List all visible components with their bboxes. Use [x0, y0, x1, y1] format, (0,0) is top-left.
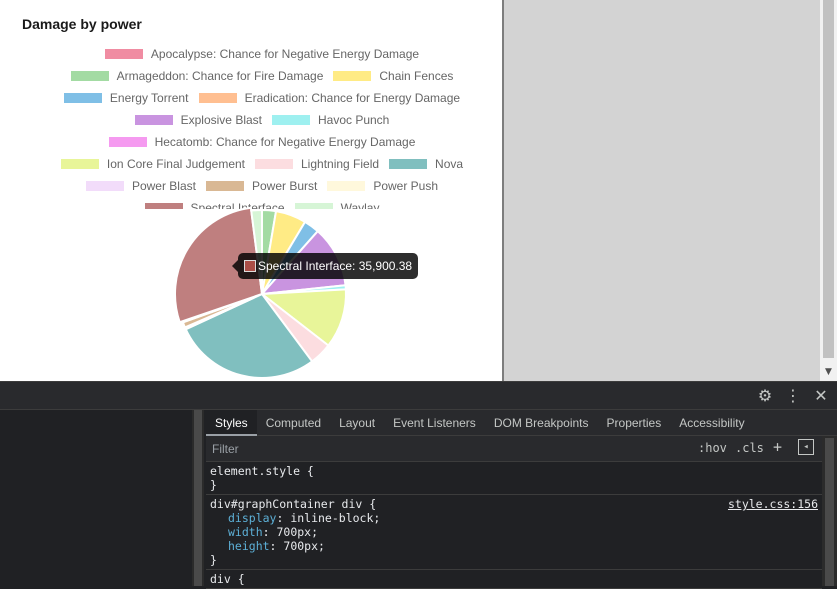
style-rule: div {: [206, 570, 822, 589]
legend-label: Lightning Field: [301, 157, 380, 171]
style-rules: element.style {} div#graphContainer div {…: [206, 462, 822, 589]
legend-swatch: [271, 115, 310, 125]
css-declaration[interactable]: display: inline-block;: [210, 511, 818, 525]
legend-item[interactable]: Power Push: [327, 179, 438, 193]
legend-label: Chain Fences: [379, 69, 454, 83]
legend-swatch: [389, 159, 428, 169]
legend-swatch: [108, 137, 147, 147]
legend-swatch: [60, 159, 99, 169]
rule-selector[interactable]: element.style {: [210, 464, 314, 478]
legend-item[interactable]: Chain Fences: [333, 69, 453, 83]
legend-label: Armageddon: Chance for Fire Damage: [116, 69, 324, 83]
legend-label: Explosive Blast: [180, 113, 262, 127]
legend-label: Nova: [435, 157, 464, 171]
legend-label: Power Push: [373, 179, 439, 193]
legend-item[interactable]: Power Blast: [85, 179, 196, 193]
sidebar-tabs: Styles Computed Layout Event Listeners DOM B…: [206, 410, 837, 436]
legend-swatch: [255, 159, 293, 169]
tab-event-listeners[interactable]: Event Listeners: [384, 410, 485, 436]
rule-selector[interactable]: div#graphContainer div {: [210, 497, 376, 511]
more-options-icon[interactable]: ⋮: [783, 386, 803, 406]
css-declaration[interactable]: width: 700px;: [210, 525, 818, 539]
close-icon[interactable]: ✕: [811, 386, 831, 406]
tab-styles[interactable]: Styles: [206, 410, 257, 436]
legend-swatch: [134, 115, 173, 125]
legend-swatch: [85, 181, 124, 191]
elements-tree-pane: [0, 410, 192, 586]
legend-swatch: [104, 49, 143, 59]
browser-viewport: Damage by power Apocalypse: Chance for N…: [0, 0, 837, 381]
legend-swatch: [70, 71, 109, 81]
legend-item[interactable]: Hecatomb: Chance for Negative Energy Dam…: [108, 135, 416, 149]
legend-item[interactable]: Nova: [389, 157, 463, 171]
legend-swatch: [63, 93, 102, 103]
class-toggle[interactable]: .cls: [735, 441, 764, 455]
legend-label: Power Burst: [251, 179, 318, 193]
legend-item[interactable]: Energy Torrent: [63, 91, 189, 105]
panel-divider: [502, 0, 504, 381]
toggle-sidebar-icon[interactable]: ◂: [798, 439, 814, 455]
legend-label: Hecatomb: Chance for Negative Energy Dam…: [154, 135, 416, 149]
styles-filter-bar: :hov .cls + ◂: [206, 436, 822, 462]
style-rule: div#graphContainer div { style.css:156 dis…: [206, 495, 822, 570]
new-style-rule-button[interactable]: +: [773, 438, 782, 456]
graph-container: Damage by power Apocalypse: Chance for N…: [0, 0, 502, 381]
legend-label: Energy Torrent: [109, 91, 189, 105]
page-scrollbar[interactable]: ▼: [820, 0, 837, 381]
tooltip-text: Spectral Interface: 35,900.38: [258, 259, 413, 273]
scrollbar-thumb[interactable]: [823, 0, 834, 358]
legend-item[interactable]: Eradication: Chance for Energy Damage: [198, 91, 461, 105]
tab-properties[interactable]: Properties: [598, 410, 671, 436]
style-rule: element.style {}: [206, 462, 822, 495]
legend-swatch: [198, 93, 237, 103]
legend-label: Apocalypse: Chance for Negative Energy D…: [150, 47, 420, 61]
legend-item[interactable]: Armageddon: Chance for Fire Damage: [70, 69, 324, 83]
legend-item[interactable]: Apocalypse: Chance for Negative Energy D…: [104, 47, 420, 61]
legend-item[interactable]: Ion Core Final Judgement: [60, 157, 245, 171]
legend-swatch: [205, 181, 244, 191]
tab-dom-breakpoints[interactable]: DOM Breakpoints: [485, 410, 598, 436]
tooltip-swatch: [244, 260, 256, 272]
styles-scrollbar[interactable]: [822, 436, 837, 586]
rule-source-link[interactable]: style.css:156: [728, 497, 818, 511]
hover-state-toggle[interactable]: :hov: [698, 441, 727, 455]
legend-item[interactable]: Havoc Punch: [271, 113, 390, 127]
legend-swatch: [333, 71, 372, 81]
tab-layout[interactable]: Layout: [330, 410, 384, 436]
devtools-toolbar: ⚙ ⋮ ✕: [0, 381, 837, 410]
legend-item[interactable]: Explosive Blast: [134, 113, 262, 127]
settings-gear-icon[interactable]: ⚙: [755, 386, 775, 406]
tab-computed[interactable]: Computed: [257, 410, 330, 436]
legend-label: Ion Core Final Judgement: [106, 157, 245, 171]
elements-scrollbar[interactable]: [192, 410, 204, 586]
legend-swatch: [327, 181, 366, 191]
scroll-down-arrow-icon[interactable]: ▼: [820, 367, 837, 377]
css-declaration[interactable]: height: 700px;: [210, 539, 818, 553]
rule-selector[interactable]: div {: [210, 572, 245, 586]
legend-item[interactable]: Power Burst: [205, 179, 318, 193]
pie-chart[interactable]: [0, 200, 502, 381]
tab-accessibility[interactable]: Accessibility: [670, 410, 753, 436]
legend-label: Eradication: Chance for Energy Damage: [244, 91, 461, 105]
chart-title: Damage by power: [22, 16, 142, 32]
legend-item[interactable]: Lightning Field: [255, 157, 379, 171]
legend-label: Havoc Punch: [317, 113, 390, 127]
chart-legend: Apocalypse: Chance for Negative Energy D…: [0, 40, 502, 209]
devtools-panel: ⚙ ⋮ ✕ Styles Computed Layout Event Listener…: [0, 381, 837, 589]
chart-tooltip: Spectral Interface: 35,900.38: [231, 253, 419, 279]
styles-filter-input[interactable]: [208, 439, 688, 459]
legend-label: Power Blast: [131, 179, 196, 193]
